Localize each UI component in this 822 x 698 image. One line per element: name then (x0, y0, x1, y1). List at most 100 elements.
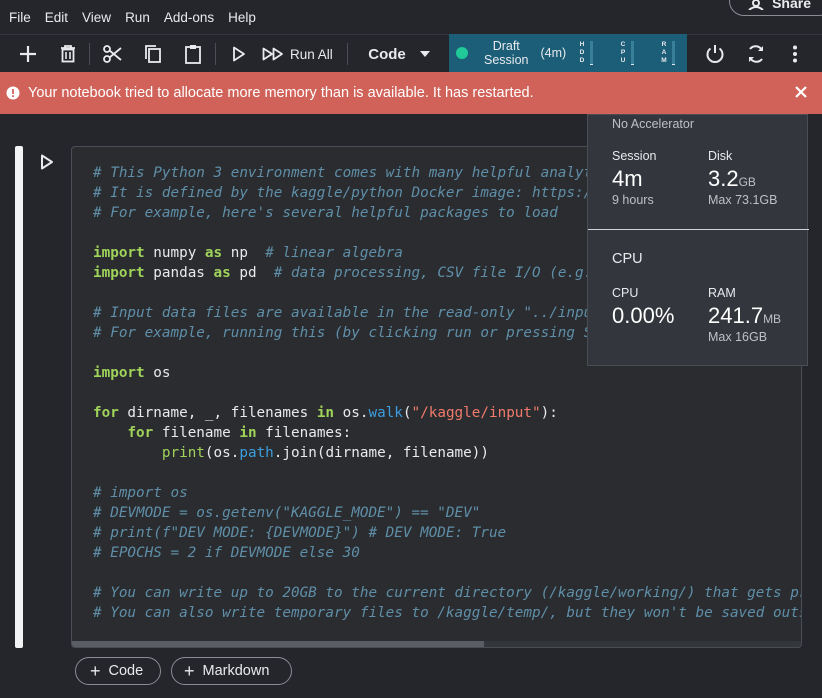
add-cell-button[interactable] (14, 35, 42, 73)
copy-cell-button[interactable] (139, 35, 167, 73)
fast-forward-icon (262, 47, 283, 61)
add-code-cell-button[interactable]: + Code (75, 657, 161, 685)
cut-cell-button[interactable] (98, 35, 126, 73)
menu-run[interactable]: Run (125, 10, 150, 25)
popover-divider (588, 229, 809, 230)
delete-cell-button[interactable] (54, 35, 82, 73)
code-line: print(os.path.join(dirname, filename)) (161, 445, 489, 461)
memory-alert-banner: Your notebook tried to allocate more mem… (0, 72, 822, 114)
resource-usage-popover: No Accelerator Session 4m 9 hours Disk 3… (587, 114, 809, 366)
disk-limit: Max 73.1GB (708, 193, 778, 207)
hdd-letter: D (579, 57, 585, 64)
toolbar-divider (347, 43, 348, 65)
toolbar-divider (89, 43, 90, 65)
cell-type-select[interactable]: Code (362, 35, 436, 73)
hdd-meter-bar (590, 41, 593, 65)
ram-letter: M (661, 57, 667, 64)
share-label: Share (772, 0, 811, 11)
session-title-line2: Session (484, 53, 529, 67)
ram-value: 241.7 (708, 303, 764, 328)
session-title: Draft Session (484, 39, 528, 67)
more-vert-icon (793, 45, 797, 63)
cpu-letter: U (620, 57, 626, 64)
run-all-button[interactable]: Run All (262, 35, 340, 73)
ram-limit: Max 16GB (708, 330, 768, 344)
ram-letter: A (661, 49, 667, 56)
session-status-dot (456, 47, 468, 59)
disk-value: 3.2 (708, 166, 739, 191)
hdd-meter: H D D (579, 40, 593, 66)
plus-icon: + (90, 661, 101, 681)
ram-meter-bar (672, 41, 675, 65)
code-line: import os (93, 365, 171, 381)
cpu-label: CPU (612, 286, 639, 300)
menu-edit[interactable]: Edit (45, 10, 68, 25)
cpu-meter-fill (631, 63, 634, 65)
trash-icon (61, 45, 75, 63)
close-icon (795, 86, 807, 98)
plus-icon: + (184, 661, 195, 681)
ram-letter: R (661, 41, 667, 48)
power-button[interactable] (701, 35, 729, 73)
user-icon (748, 0, 764, 10)
share-button[interactable]: Share (729, 0, 822, 16)
add-markdown-label: Markdown (202, 663, 270, 679)
cpu-meter-bar (631, 41, 634, 65)
hdd-letter: D (579, 49, 585, 56)
code-line: # import os (93, 485, 188, 501)
run-cell-button[interactable] (226, 35, 252, 73)
chevron-down-icon (419, 51, 430, 57)
session-label: Session (612, 149, 657, 163)
menu-view[interactable]: View (82, 10, 111, 25)
paste-cell-button[interactable] (179, 35, 207, 73)
notebook-toolbar: Run All Code (0, 34, 822, 73)
ram-unit: MB (763, 312, 782, 326)
session-limit: 9 hours (612, 193, 654, 207)
menu-file[interactable]: File (9, 10, 31, 25)
cpu-meter-label: C P U (620, 41, 626, 65)
code-line: # print(f"DEV MODE: {DEVMODE}") # DEV MO… (93, 525, 507, 541)
disk-unit: GB (738, 175, 756, 189)
cell-type-label: Code (368, 45, 406, 63)
add-code-label: Code (108, 663, 144, 679)
code-line: for filename in filenames: (127, 425, 352, 441)
play-icon (41, 154, 53, 170)
code-line: # EPOCHS = 2 if DEVMODE else 30 (93, 545, 360, 561)
hdd-meter-fill (590, 63, 593, 65)
code-line: for dirname, _, filenames in os.walk("/k… (93, 405, 558, 421)
session-value: 4m (612, 166, 643, 191)
ram-usage: 241.7MB (708, 303, 781, 329)
toolbar-divider (215, 43, 216, 65)
cpu-letter: C (620, 41, 626, 48)
add-markdown-cell-button[interactable]: + Markdown (171, 657, 292, 685)
accelerator-status: No Accelerator (612, 117, 694, 131)
alert-close-button[interactable] (794, 85, 808, 104)
scrollbar-thumb[interactable] (72, 641, 484, 647)
session-time: (4m) (540, 46, 567, 60)
plus-icon (20, 46, 36, 62)
cell-run-button[interactable] (40, 154, 54, 175)
menu-bar: File Edit View Run Add-ons Help Share (0, 0, 822, 34)
hdd-letter: H (579, 41, 585, 48)
code-line: # You can also write temporary files to … (93, 605, 801, 621)
error-icon (6, 86, 20, 100)
hdd-meter-label: H D D (579, 41, 585, 65)
session-title-line1: Draft (492, 39, 520, 53)
menu-help[interactable]: Help (228, 10, 256, 25)
alert-message: Your notebook tried to allocate more mem… (28, 85, 534, 101)
cpu-section-title: CPU (612, 251, 643, 267)
ram-meter-fill (672, 63, 675, 65)
power-icon (706, 45, 724, 63)
code-line: # You can write up to 20GB to the curren… (93, 585, 801, 601)
horizontal-scrollbar[interactable] (72, 641, 801, 647)
menu-add-ons[interactable]: Add-ons (164, 10, 214, 25)
more-options-button[interactable] (784, 35, 806, 73)
session-status-widget[interactable]: Draft Session (4m) H D D C P U R A M (449, 34, 687, 72)
paste-icon (185, 45, 201, 64)
play-icon (233, 46, 245, 62)
restart-button[interactable] (742, 35, 770, 73)
ram-label: RAM (708, 286, 736, 300)
disk-usage: 3.2GB (708, 166, 756, 192)
